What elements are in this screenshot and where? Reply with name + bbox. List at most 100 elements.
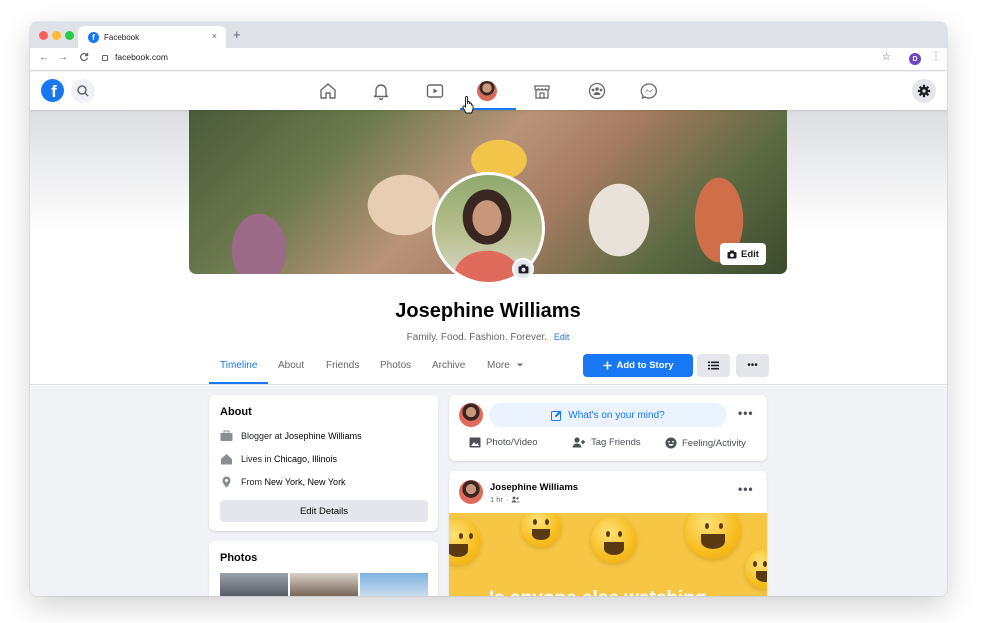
tab-title: Facebook [104,32,140,42]
browser-profile-avatar[interactable]: D [909,53,921,65]
profile-bio: Family. Food. Fashion. Forever. Edit [189,332,787,343]
tab-timeline[interactable]: Timeline [220,360,257,371]
tab-archive[interactable]: Archive [432,360,465,371]
location-pin-icon [222,476,231,488]
reload-icon [80,52,89,62]
photos-title: Photos [220,552,258,564]
emoji-decoration [685,513,741,559]
browser-window: f Facebook × + ← → facebook.com ☆ D ⋮ f [30,22,947,596]
about-lives-value[interactable]: Chicago, Illinois [274,454,337,464]
nav-marketplace[interactable] [531,81,553,101]
facebook-logo-letter: f [51,82,57,101]
emoji-decoration [521,513,561,547]
tag-friends-button[interactable]: Tag Friends [572,437,641,448]
tag-friends-icon [572,437,585,448]
update-profile-picture-button[interactable] [512,258,534,280]
tab-more-label: More [487,360,510,371]
reload-button[interactable] [79,52,89,64]
nav-messenger[interactable] [638,81,660,101]
tab-photos[interactable]: Photos [380,360,411,371]
edit-cover-label: Edit [741,248,759,260]
nav-watch[interactable] [424,81,446,101]
about-from: From New York, New York [220,476,346,488]
photo-video-button[interactable]: Photo/Video [469,437,538,448]
list-icon [708,361,719,370]
facebook-logo[interactable]: f [41,79,64,102]
tab-more[interactable]: More [487,360,524,371]
smiley-icon [665,437,677,449]
nav-home[interactable] [317,81,339,101]
hand-cursor-icon [462,96,474,114]
photo-thumbnail[interactable] [220,573,288,596]
photo-thumbnail[interactable] [290,573,358,596]
post-author-avatar[interactable] [459,480,483,504]
about-from-value[interactable]: New York, New York [265,477,346,487]
groups-icon [588,82,606,100]
about-work-prefix: Blogger at [241,431,283,441]
about-work-value[interactable]: Josephine Williams [285,431,362,441]
photo-thumbnail[interactable] [360,573,428,596]
close-window-button[interactable] [39,31,48,40]
bookmark-star-icon[interactable]: ☆ [882,52,891,63]
add-to-story-button[interactable]: Add to Story [583,354,693,377]
about-lives: Lives in Chicago, Illinois [220,453,337,465]
zoom-window-button[interactable] [65,31,74,40]
nav-notifications[interactable] [370,81,392,101]
emoji-decoration [449,519,481,565]
composer-avatar[interactable] [459,403,483,427]
tab-about[interactable]: About [278,360,304,371]
briefcase-icon [220,430,233,441]
whats-on-your-mind-input[interactable]: What's on your mind? [489,403,727,427]
home-icon [320,83,336,99]
settings-button[interactable] [912,79,936,103]
browser-tab-strip: f Facebook × + [30,22,947,48]
tag-friends-label: Tag Friends [591,437,641,448]
add-to-story-label: Add to Story [616,360,674,371]
post-meta-separator: · [505,495,509,504]
profile-name: Josephine Williams [395,300,581,322]
about-card: About Blogger at Josephine Williams Live… [209,395,438,531]
photo-video-label: Photo/Video [486,437,538,448]
tab-friends[interactable]: Friends [326,360,359,371]
profile-avatar[interactable] [477,81,497,101]
url-field[interactable]: facebook.com [102,52,168,62]
facebook-favicon-icon: f [88,31,99,43]
nav-groups[interactable] [586,81,608,101]
feeling-activity-button[interactable]: Feeling/Activity [665,437,746,449]
post-image[interactable]: Is anyone else watching [449,513,767,596]
edit-details-button[interactable]: Edit Details [220,500,428,522]
photos-card: Photos [209,541,438,596]
gear-icon [917,84,931,98]
composer-more-icon[interactable]: ••• [738,406,754,420]
tab-close-icon[interactable]: × [212,31,217,41]
forward-button[interactable]: → [58,52,68,63]
lock-icon [102,55,108,61]
view-as-list-button[interactable] [697,354,730,377]
more-options-button[interactable]: ••• [736,354,769,377]
minimize-window-button[interactable] [52,31,61,40]
composer-prompt: What's on your mind? [568,409,665,421]
bell-icon [373,84,389,101]
photo-icon [469,437,481,448]
post-more-icon[interactable]: ••• [738,482,754,496]
camera-icon [518,264,528,274]
search-button[interactable] [71,79,95,103]
messenger-icon [640,83,657,100]
browser-menu-icon[interactable]: ⋮ [931,51,941,62]
edit-bio-link[interactable]: Edit [554,332,570,342]
post-time[interactable]: 1 hr [490,495,503,504]
emoji-decoration [745,549,767,589]
new-tab-button[interactable]: + [233,27,241,42]
plus-icon [603,361,611,370]
bio-text: Family. Food. Fashion. Forever. [406,332,548,343]
back-button[interactable]: ← [39,52,49,63]
edit-cover-button[interactable]: Edit [720,243,766,265]
browser-tab[interactable]: f Facebook × [78,26,226,48]
post-composer: What's on your mind? ••• Photo/Video Tag… [449,395,767,461]
about-work: Blogger at Josephine Williams [220,430,362,442]
post-author-name[interactable]: Josephine Williams [490,482,578,493]
camera-icon [727,250,737,258]
post-overlay-text: Is anyone else watching [489,588,707,596]
video-play-icon [426,84,444,98]
about-from-prefix: From [241,477,262,487]
